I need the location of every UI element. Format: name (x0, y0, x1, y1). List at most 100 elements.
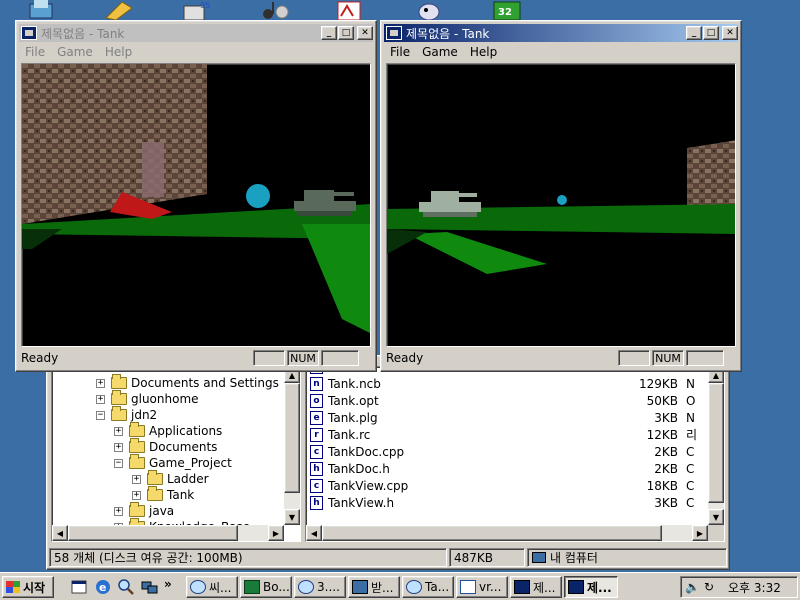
collapse-icon[interactable]: − (96, 410, 105, 420)
tank-window-right[interactable]: 제목없음 - Tank _ □ ✕ File Game Help Ready N… (380, 20, 742, 372)
expand-icon[interactable]: + (114, 426, 123, 436)
file-row[interactable]: c TankDoc.cpp 2KB C (310, 443, 708, 460)
tree-item-label: java (149, 504, 175, 518)
size-grip[interactable] (359, 350, 373, 366)
menu-game[interactable]: Game (416, 45, 464, 59)
size-grip[interactable] (724, 350, 738, 366)
status-indicator-scrl (686, 350, 724, 366)
tree-item[interactable]: + Documents and Settings (96, 374, 279, 391)
file-vertical-scrollbar[interactable]: ▲ ▼ (708, 367, 724, 525)
search-icon[interactable] (117, 578, 135, 596)
menu-game[interactable]: Game (51, 45, 99, 59)
close-button[interactable]: ✕ (357, 26, 373, 40)
minimize-button[interactable]: _ (686, 26, 702, 40)
desktop-icon-1[interactable] (24, 0, 58, 20)
file-list-pane[interactable]: hTank.h2KBCnTank.ncb129KBNoTank.opt50KBO… (305, 366, 725, 542)
scroll-thumb[interactable] (284, 383, 300, 493)
svg-text:95: 95 (200, 1, 210, 10)
tree-item-label: Game_Project (149, 456, 232, 470)
tree-item[interactable]: + java (114, 502, 175, 519)
tree-item[interactable]: + Applications (114, 422, 222, 439)
file-row[interactable]: o Tank.opt 50KB O (310, 392, 708, 409)
game-viewport[interactable] (21, 63, 371, 347)
file-row[interactable]: c TankView.cpp 18KB C (310, 477, 708, 494)
scroll-right-button[interactable]: ▶ (268, 525, 284, 541)
file-row[interactable]: n Tank.ncb 129KB N (310, 375, 708, 392)
tree-item[interactable]: − jdn2 (96, 406, 157, 423)
close-button[interactable]: ✕ (722, 26, 738, 40)
taskbar-button-5[interactable]: Ta... (402, 576, 454, 598)
status-text: Ready (386, 351, 424, 365)
minimize-button[interactable]: _ (321, 26, 337, 40)
start-button[interactable]: 시작 (2, 576, 54, 598)
desktop-icon-5[interactable] (332, 0, 366, 21)
menu-help[interactable]: Help (464, 45, 503, 59)
taskbar-button-6[interactable]: vr... (456, 576, 508, 598)
collapse-icon[interactable]: − (114, 458, 123, 468)
maximize-button[interactable]: □ (703, 26, 719, 40)
tank-window-left[interactable]: 제목없음 - Tank _ □ ✕ File Game Help Ready N… (15, 20, 377, 372)
menu-file[interactable]: File (19, 45, 51, 59)
file-row[interactable]: h TankView.h 3KB C (310, 494, 708, 511)
task-label: Bo... (263, 580, 290, 594)
tree-item[interactable]: + Tank (132, 486, 195, 503)
file-type: C (686, 478, 695, 493)
maximize-button[interactable]: □ (338, 26, 354, 40)
tree-vertical-scrollbar[interactable]: ▲ ▼ (284, 367, 300, 525)
scroll-right-button[interactable]: ▶ (692, 525, 708, 541)
volume-icon[interactable]: 🔈 (685, 580, 700, 594)
network-status-icon[interactable]: ↻ (704, 580, 714, 594)
clock[interactable]: 오후 3:32 (728, 579, 781, 596)
desktop-icon-4[interactable] (256, 0, 290, 20)
expand-icon[interactable]: + (96, 378, 105, 388)
tank-status-bar: Ready NUM (384, 348, 738, 368)
expand-icon[interactable]: + (132, 490, 141, 500)
taskbar-button-7[interactable]: 제... (510, 576, 562, 598)
desktop-icon-3[interactable]: 95 (178, 0, 212, 21)
tree-item-label: Tank (167, 488, 195, 502)
taskbar-button-8[interactable]: 제... (564, 576, 618, 598)
scroll-left-button[interactable]: ◀ (306, 525, 322, 541)
tree-item[interactable]: + gluonhome (96, 390, 199, 407)
tree-horizontal-scrollbar[interactable]: ◀ ▶ (52, 525, 284, 541)
expand-icon[interactable]: + (132, 474, 141, 484)
taskbar-button-2[interactable]: Bo... (240, 576, 292, 598)
title-bar[interactable]: 제목없음 - Tank _ □ ✕ (384, 24, 738, 42)
tree-item[interactable]: + Ladder (132, 470, 209, 487)
game-viewport[interactable] (386, 63, 736, 347)
file-size: 3KB (654, 410, 678, 425)
file-size: 2KB (654, 461, 678, 476)
quick-launch-more[interactable]: » (164, 577, 172, 591)
expand-icon[interactable]: + (114, 442, 123, 452)
desktop-icon-6[interactable] (412, 0, 446, 21)
taskbar-button-1[interactable]: 씨... (186, 576, 238, 598)
scroll-thumb[interactable] (68, 525, 238, 541)
file-type: 리 (686, 428, 696, 442)
tree-item[interactable]: + Documents (114, 438, 217, 455)
desktop-icon-7[interactable]: 32 (490, 0, 524, 21)
scroll-down-button[interactable]: ▼ (708, 509, 724, 525)
title-bar[interactable]: 제목없음 - Tank _ □ ✕ (19, 24, 373, 42)
internet-explorer-icon[interactable]: e (94, 578, 112, 596)
scroll-left-button[interactable]: ◀ (52, 525, 68, 541)
file-row[interactable]: h TankDoc.h 2KB C (310, 460, 708, 477)
tank-app-icon[interactable] (386, 26, 402, 40)
network-icon[interactable] (140, 578, 158, 596)
scroll-thumb[interactable] (322, 525, 662, 541)
taskbar-button-4[interactable]: 받... (348, 576, 400, 598)
desktop-icon-2[interactable] (102, 0, 136, 21)
menu-file[interactable]: File (384, 45, 416, 59)
expand-icon[interactable]: + (114, 506, 123, 516)
menu-help[interactable]: Help (99, 45, 138, 59)
tree-item[interactable]: − Game_Project (114, 454, 232, 471)
file-row[interactable]: r Tank.rc 12KB 리 (310, 426, 708, 443)
file-horizontal-scrollbar[interactable]: ◀ ▶ (306, 525, 708, 541)
scroll-down-button[interactable]: ▼ (284, 509, 300, 525)
file-row[interactable]: e Tank.plg 3KB N (310, 409, 708, 426)
scroll-thumb[interactable] (708, 383, 724, 503)
show-desktop-icon[interactable] (70, 578, 88, 596)
folder-tree-pane[interactable]: + Documents and Settings + gluonhome − jdn2 + A… (51, 366, 301, 542)
tank-app-icon[interactable] (21, 26, 37, 40)
expand-icon[interactable]: + (96, 394, 105, 404)
taskbar-button-3[interactable]: 3.... (294, 576, 346, 598)
